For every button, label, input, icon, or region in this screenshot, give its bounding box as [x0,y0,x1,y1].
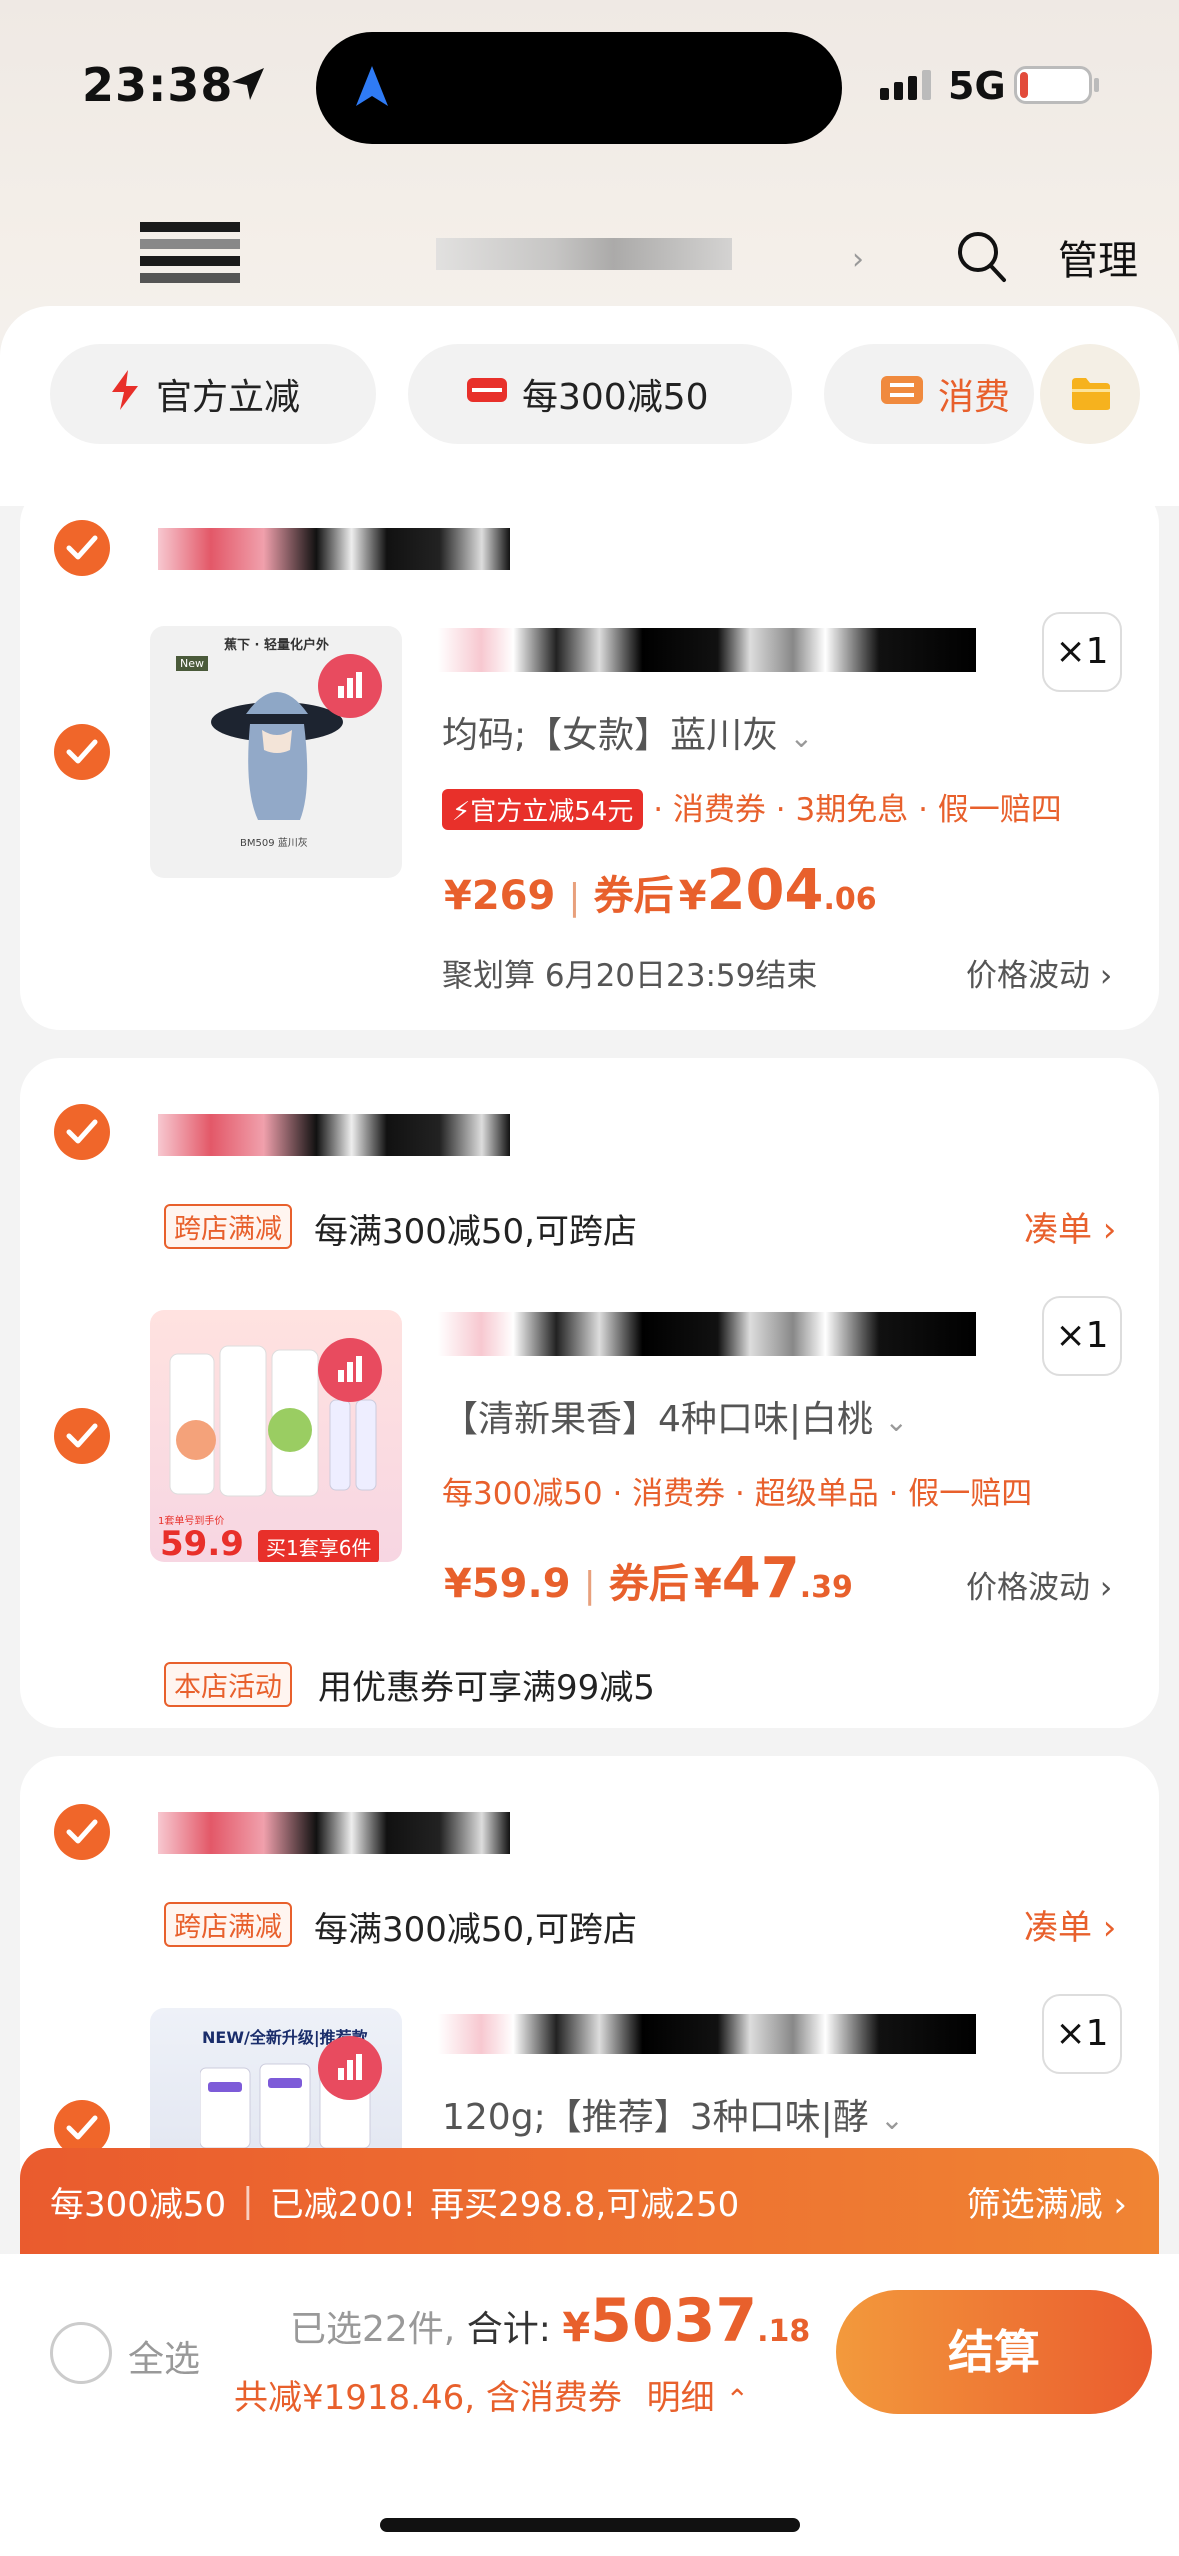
product-title-redacted-1[interactable] [438,628,976,672]
navigation-arrow-icon [354,64,390,112]
original-price: ¥269 [444,873,556,919]
detail-link: 明细 [646,2378,715,2418]
chevron-up-icon: ⌃ [725,2383,749,2416]
status-time: 23:38 [82,58,234,112]
total-amount: 5037 [590,2286,758,2356]
store-name-redacted[interactable] [158,1812,510,1854]
product-title-redacted-2[interactable] [438,1312,976,1356]
product-thumbnail-1[interactable]: 蕉下 · 轻量化户外 New BM509 蓝川灰 [150,626,402,878]
promo-achieved: 已减200! [269,2184,417,2225]
battery-nub [1094,78,1099,92]
thumb-caption: 蕉下 · 轻量化户外 [224,638,329,653]
price-trend-link-2[interactable]: 价格波动 › [966,1562,1112,1607]
select-all-label[interactable]: 全选 [128,2330,200,2382]
new-badge: New [176,656,208,671]
cellular-signal-icon [880,70,931,100]
quantity-selector-3[interactable]: ×1 [1042,1994,1122,2074]
selected-count: 已选22件, [290,2309,456,2350]
store-check-1[interactable] [54,520,110,576]
product-tags-2: 每300减50 · 消费券 · 超级单品 · 假一赔四 [442,1476,1033,1512]
shop-activity-text: 用优惠券可享满99减5 [318,1668,655,1708]
filter-chip-folder[interactable] [1040,344,1140,444]
product-spec-2[interactable]: 【清新果香】4种口味|白桃 ⌄ [442,1390,908,1442]
price-row-1: ¥269 | 券后 ¥204.06 [444,858,877,923]
after-coupon-price: 47 [721,1546,800,1611]
battery-percent: 11 [1036,71,1070,99]
chip-label: 每300减50 [522,377,709,418]
filter-chip-cross-store[interactable]: 每300减50 [408,344,792,444]
price-trend-badge-icon[interactable] [318,1338,382,1402]
price-trend-badge-icon[interactable] [318,2036,382,2100]
cross-store-promo-text-2: 每满300减50,可跨店 [314,1910,637,1950]
store-name-redacted[interactable] [158,1114,510,1156]
cross-store-tag-2: 跨店满减 [164,1902,292,1947]
product-spec-1[interactable]: 均码;【女款】蓝川灰 ⌄ [442,706,813,758]
after-coupon-label: 券后 [593,873,674,919]
home-indicator [380,2518,800,2532]
juhuasuan-note: 聚划算 6月20日23:59结束 [442,958,818,994]
add-on-link-1[interactable]: 凑单 › [1024,1202,1116,1251]
product-title-redacted-3[interactable] [438,2014,976,2054]
quantity-selector-2[interactable]: ×1 [1042,1296,1122,1376]
thumb-caption-model: BM509 蓝川灰 [240,838,308,849]
thumb-cta: 买1套享6件 [258,1530,380,1562]
flash-icon [108,369,142,419]
filter-discount-link[interactable]: 筛选满减 › [967,2177,1127,2226]
promo-rule: 每300减50 [50,2184,227,2225]
folder-icon [1072,378,1110,410]
address-redacted[interactable] [436,238,732,270]
filter-chip-consumer-voucher[interactable]: 消费 [824,344,1034,444]
add-on-link-2[interactable]: 凑单 › [1024,1900,1116,1949]
search-icon[interactable] [956,228,1008,284]
product-thumbnail-3[interactable]: NEW/全新升级|推荐款 [150,2008,402,2148]
product-tags-1: ⚡官方立减54元 · 消费券 · 3期免息 · 假一赔四 [442,784,1062,830]
store-check-2[interactable] [54,1104,110,1160]
battery-icon: 11 [1014,66,1092,104]
cross-store-promo-text-1: 每满300减50,可跨店 [314,1212,637,1252]
filter-chip-official-discount[interactable]: 官方立减 [50,344,376,444]
price-row-2: ¥59.9 | 券后 ¥47.39 [444,1546,853,1611]
location-arrow-icon [228,64,268,108]
discount-progress-bar[interactable]: 每300减50 | 已减200! 再买298.8,可减250 筛选满减 › [20,2148,1159,2254]
product-thumbnail-2[interactable]: 1套单号到手价 59.9 买1套享6件 [150,1310,402,1562]
network-type: 5G [948,64,1006,108]
checkout-button[interactable]: 结算 [836,2290,1152,2414]
manage-button[interactable]: 管理 [1058,228,1138,286]
price-trend-badge-icon[interactable] [318,654,382,718]
dynamic-island [316,32,842,144]
thumb-price: 59.9 [160,1524,244,1562]
price-trend-link-1[interactable]: 价格波动 › [966,950,1112,995]
item-check-2[interactable] [54,1408,110,1464]
voucher-icon [880,374,924,415]
chevron-down-icon: ⌄ [884,1405,908,1438]
after-coupon-label: 券后 [608,1561,689,1607]
quantity-selector-1[interactable]: ×1 [1042,612,1122,692]
store-logo[interactable] [140,222,240,288]
product-spec-3[interactable]: 120g;【推荐】3种口味|酵 ⌄ [442,2088,904,2140]
store-check-3[interactable] [54,1804,110,1860]
total-summary: 已选22件, 合计: ¥5037.18 [290,2286,811,2356]
promo-next-tier: 再买298.8,可减250 [430,2184,740,2225]
select-all-checkbox[interactable] [50,2322,112,2384]
savings-text: 共减¥1918.46, 含消费券 [234,2378,622,2418]
after-coupon-price: 204 [706,858,824,923]
chip-label: 官方立减 [156,377,301,418]
cross-store-tag-1: 跨店满减 [164,1204,292,1249]
chip-label: 消费 [938,377,1011,418]
store-name-redacted[interactable] [158,528,510,570]
original-price: ¥59.9 [444,1561,571,1607]
savings-summary[interactable]: 共减¥1918.46, 含消费券 明细 ⌃ [234,2370,749,2419]
chevron-right-icon[interactable]: › [852,242,864,277]
flash-discount-tag: ⚡官方立减54元 [442,789,644,830]
chevron-down-icon: ⌄ [880,2103,904,2136]
shop-activity-tag: 本店活动 [164,1662,292,1707]
coupon-icon [466,374,508,415]
item-check-1[interactable] [54,724,110,780]
total-label: 合计: [466,2309,551,2350]
chevron-down-icon: ⌄ [789,721,814,754]
